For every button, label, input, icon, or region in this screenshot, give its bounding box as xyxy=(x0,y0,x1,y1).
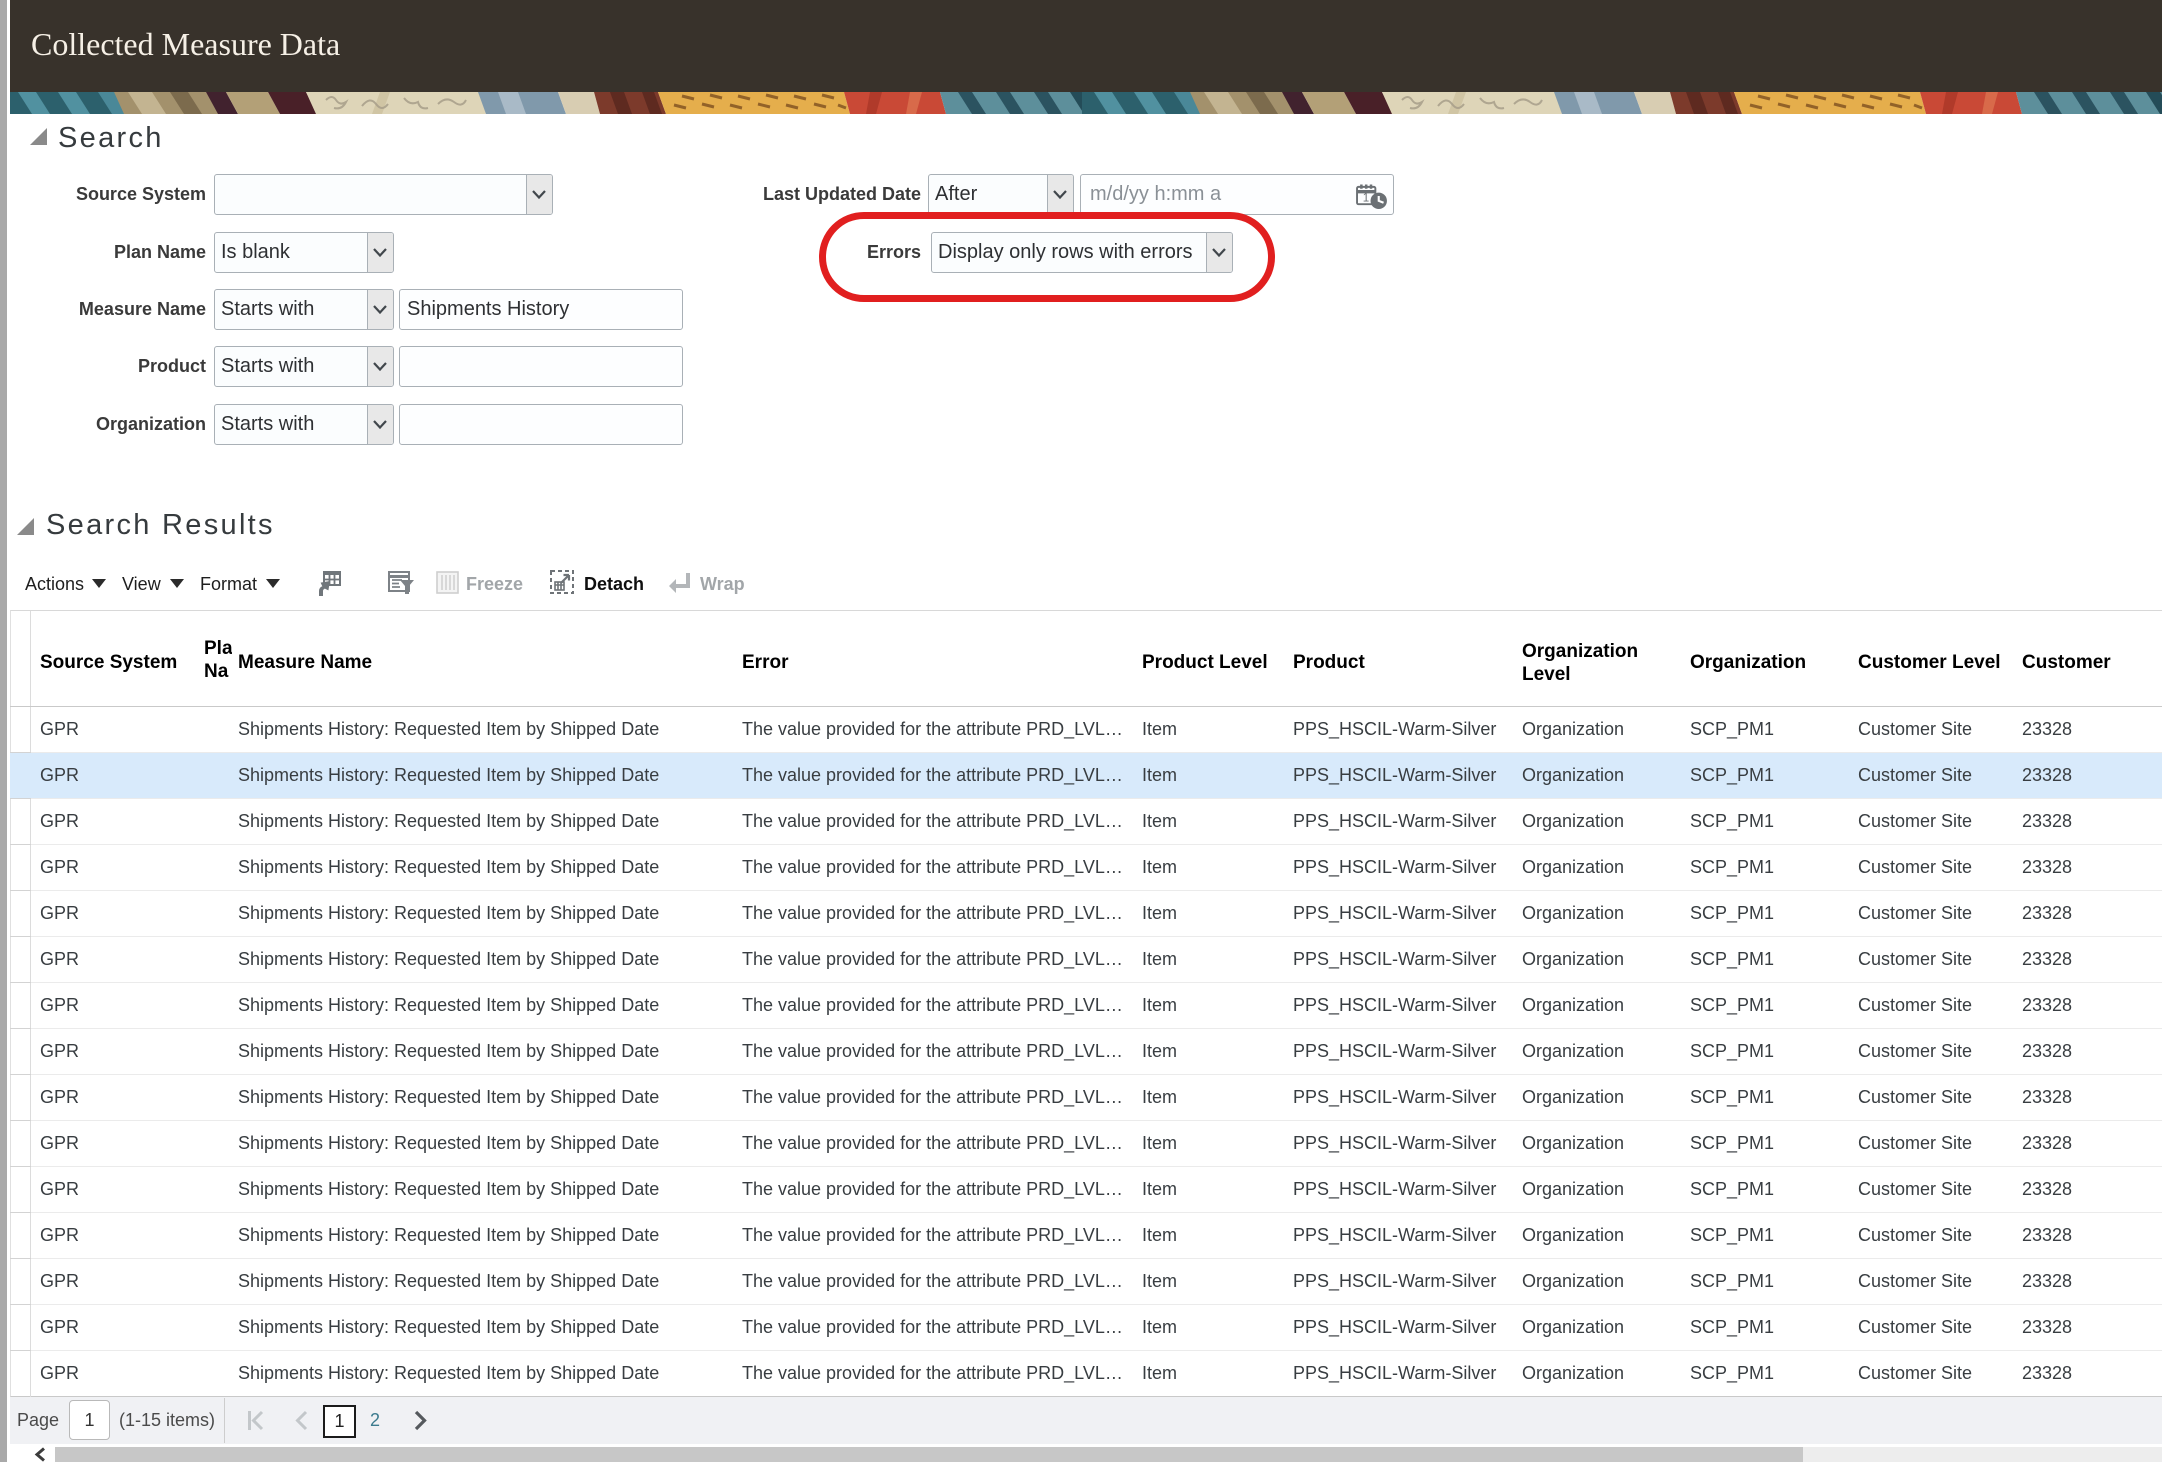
svg-text:1: 1 xyxy=(1363,192,1369,204)
